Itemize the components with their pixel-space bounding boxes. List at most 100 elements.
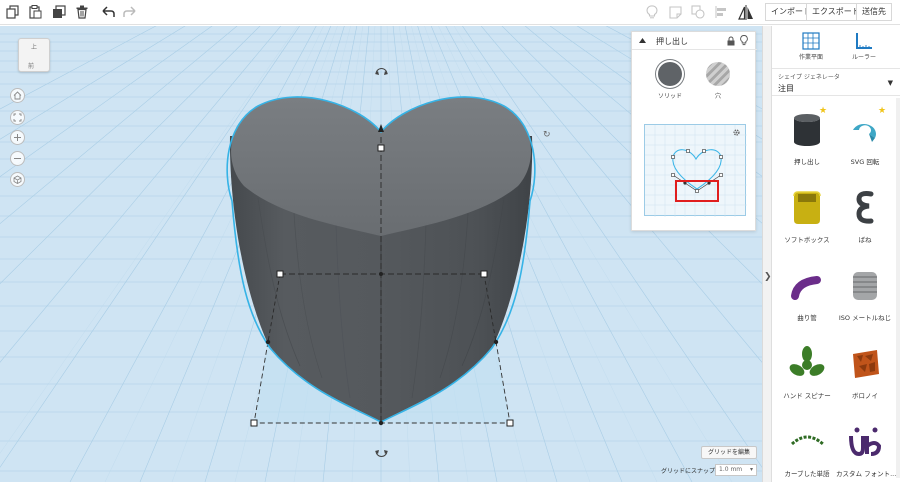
shape-name: 曲り管 [797,314,817,322]
perspective-button[interactable] [10,172,25,187]
shape-item-iso-thread[interactable]: ISO メートルねじ [836,266,894,332]
highlight-box [675,180,719,202]
shape-item-softbox[interactable]: ソフトボックス [778,188,836,254]
height-arrow-handle[interactable] [378,124,384,132]
voronoi-thumb [853,350,879,378]
solid-mode-button[interactable]: ソリッド [655,62,685,100]
height-handle[interactable] [377,144,385,152]
shape-item-extrusion[interactable]: 押し出し [778,110,836,176]
shape-name: ボロノイ [852,392,878,400]
star-icon: ★ [819,106,828,116]
ruler-icon [856,33,872,49]
top-toolbar: インポート エクスポート 送信先 [0,0,900,25]
gear-icon[interactable] [732,128,741,137]
view-cube-front-label: 前 [28,63,35,70]
fit-icon [13,113,22,122]
solid-swatch [658,62,682,86]
workplane-label: 作業平面 [798,54,823,61]
shape-name: ばね [858,236,872,244]
shape-library-value: 注目 [778,84,794,93]
shape-item-spring[interactable]: ばね [836,188,894,254]
edit-grid-button[interactable]: グリッドを編集 [701,446,758,459]
shape-item-bent-pipe[interactable]: 曲り管 [778,266,836,332]
rotate-handle-bottom[interactable] [375,450,388,457]
spring-thumb [856,191,874,224]
shape-path-editor[interactable] [644,124,747,217]
shape-name: ISO メートルねじ [838,314,892,322]
chevron-down-icon: ▾ [749,466,753,473]
sidebar-collapse-tab[interactable]: ❯ [762,26,772,482]
shape-name: カーブした単語 [784,470,830,478]
inspector-header: 押し出し [632,32,757,50]
path-editor-canvas [645,125,747,217]
shape-name: ハンド スピナー [783,392,831,400]
shape-name: SVG 回転 [850,158,880,166]
home-view-button[interactable] [10,88,25,103]
shape-inspector: 押し出し ソリッド 穴 [631,31,757,231]
bent-pipe-thumb [791,276,821,300]
star-icon: ★ [878,106,887,116]
hole-swatch [706,62,730,86]
ruler-label: ルーラー [851,54,876,61]
iso-thread-thumb [853,272,877,300]
shape-library-dropdown[interactable]: シェイプ ジェネレータ 注目 ▼ [772,68,900,96]
chevron-down-icon: ▼ [887,79,893,87]
collapse-arrow-icon[interactable] [639,38,646,43]
copy-icon[interactable] [4,3,22,21]
snap-grid-label: グリッドにスナップ [661,468,716,475]
hole-label: 穴 [714,93,721,100]
lightbulb-icon[interactable] [643,3,661,21]
paste-icon[interactable] [26,3,44,21]
curved-text-thumb [790,435,824,446]
snap-grid-value: 1.0 mm [719,466,743,473]
resize-handle-right[interactable] [480,270,488,278]
zoom-out-button[interactable] [10,151,25,166]
lock-icon[interactable] [727,36,735,46]
mirror-icon[interactable] [737,3,755,21]
ruler-tool[interactable]: ルーラー [839,32,889,61]
align-icon[interactable] [712,3,730,21]
home-icon [13,91,22,100]
workplane-tool[interactable]: 作業平面 [786,32,836,61]
view-cube-top-label: 上 [31,44,38,51]
custom-font-thumb [849,427,882,457]
perspective-icon [13,175,22,184]
extrusion-thumb [794,114,820,146]
shape-item-svg-revolve[interactable]: SVG 回転 [836,110,894,176]
fit-view-button[interactable] [10,110,25,125]
lightbulb-icon[interactable] [740,35,748,46]
shape-item-curved-text[interactable]: カーブした単語 [778,422,836,482]
hole-mode-button[interactable]: 穴 [703,62,733,100]
view-cube[interactable]: 上 前 [18,38,50,72]
hand-spinner-thumb [789,346,825,376]
corner-handle-right[interactable] [506,419,514,427]
shape-item-voronoi[interactable]: ボロノイ [836,344,894,410]
zoom-in-icon [14,134,21,141]
shape-item-custom-font[interactable]: カスタム フォント... [836,422,897,482]
resize-handle-left[interactable] [276,270,284,278]
send-to-button[interactable]: 送信先 [856,3,892,21]
undo-icon[interactable] [99,3,117,21]
redo-icon[interactable] [121,3,139,21]
snap-grid-select[interactable]: 1.0 mm ▾ [715,464,757,476]
corner-handle-left[interactable] [250,419,258,427]
shape-name: カスタム フォント... [836,470,897,478]
shape-library-title: シェイプ ジェネレータ [778,74,840,81]
duplicate-icon[interactable] [50,3,68,21]
rotate-handle-side[interactable]: ↻ [543,130,551,140]
zoom-out-icon [14,158,21,159]
shape-item-hand-spinner[interactable]: ハンド スピナー [778,344,836,410]
shape-name: ソフトボックス [784,236,830,244]
workplane-icon [802,32,820,50]
softbox-thumb [793,191,821,224]
group-icon[interactable] [689,3,707,21]
inspector-title: 押し出し [656,37,688,46]
zoom-in-button[interactable] [10,130,25,145]
note-icon[interactable] [666,3,684,21]
delete-icon[interactable] [73,3,91,21]
sidebar-scrollbar[interactable] [896,98,900,478]
solid-label: ソリッド [657,93,682,100]
svg-revolve-thumb [853,123,877,142]
shapes-sidebar: 作業平面 ルーラー シェイプ ジェネレータ 注目 ▼ 押し出し ★ SVG 回転… [771,26,900,482]
shape-name: 押し出し [794,158,820,166]
